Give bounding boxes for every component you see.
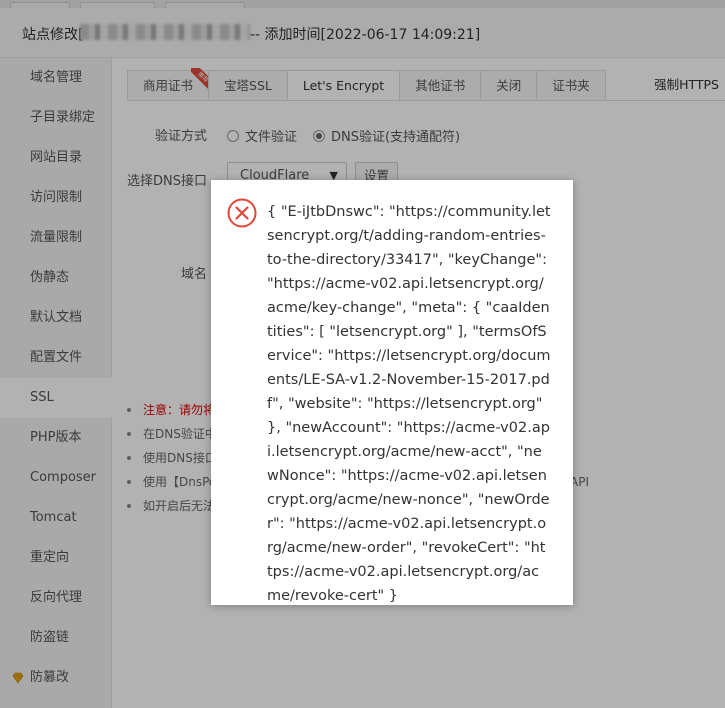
- error-circle-x-icon: [227, 198, 257, 228]
- error-dialog: { "E-iJtbDnswc": "https://community.lets…: [211, 180, 573, 605]
- error-message: { "E-iJtbDnswc": "https://community.lets…: [267, 204, 551, 604]
